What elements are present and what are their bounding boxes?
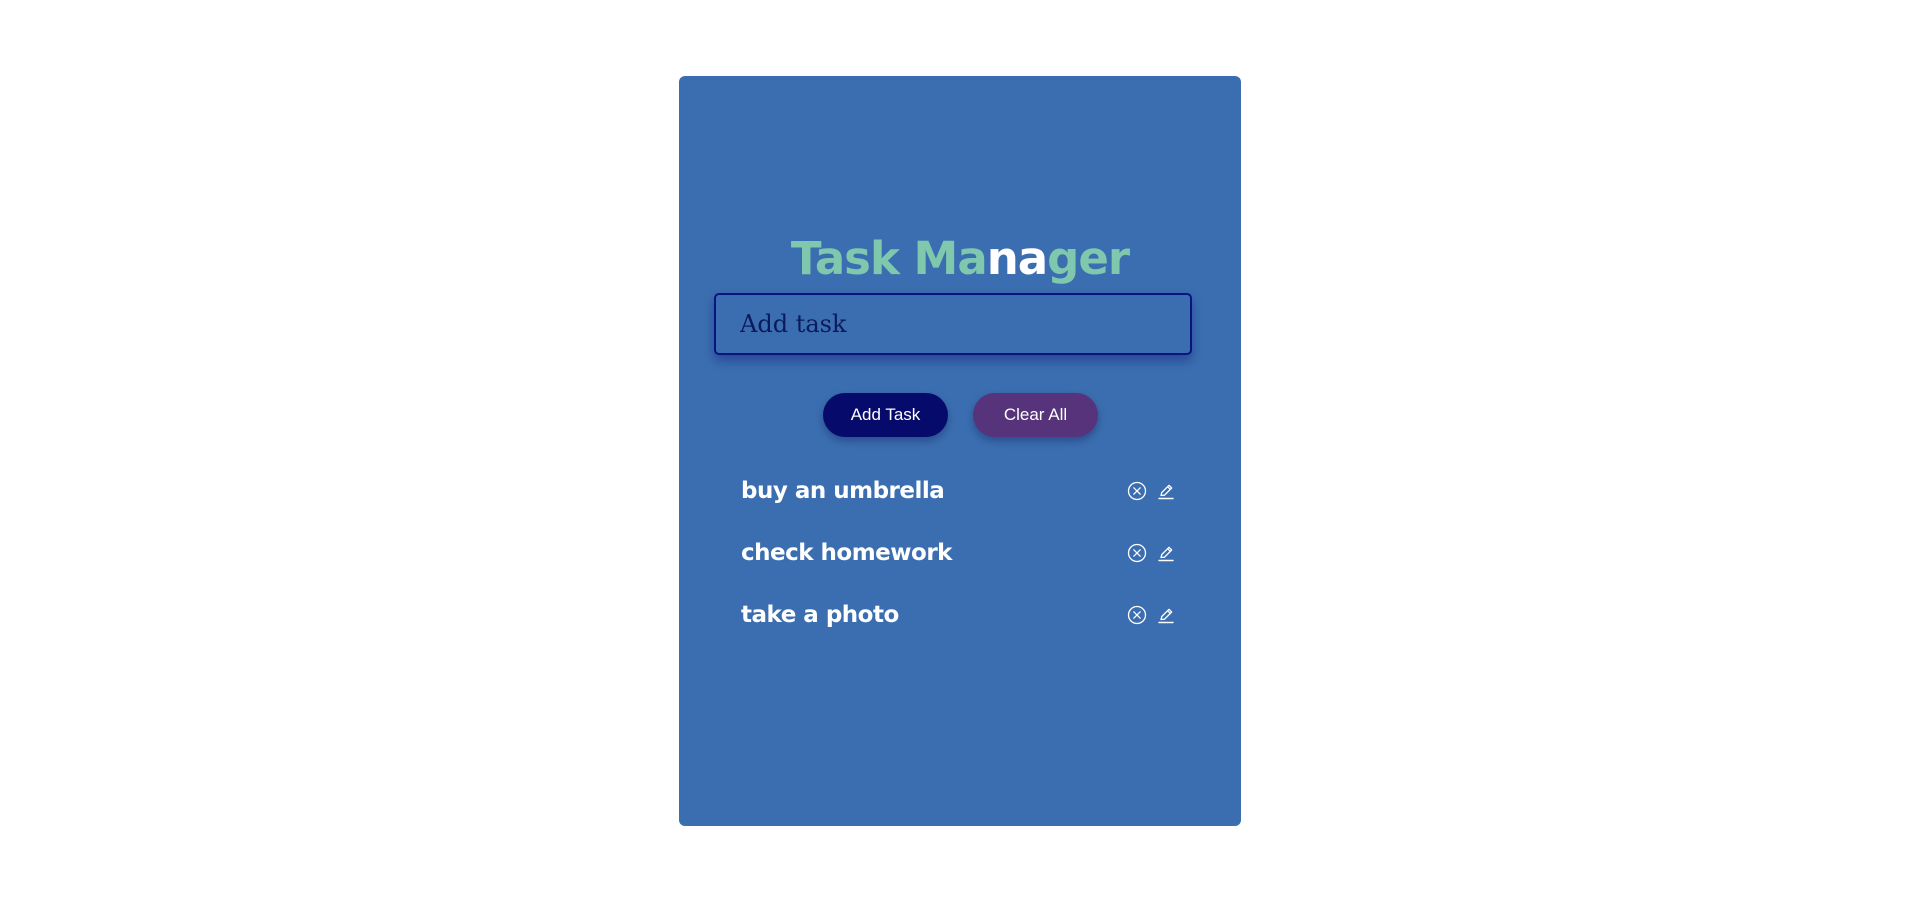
- pencil-icon[interactable]: [1155, 604, 1177, 626]
- title-part-2: na: [986, 232, 1048, 285]
- add-task-button[interactable]: Add Task: [823, 393, 948, 437]
- circle-x-icon[interactable]: [1126, 542, 1148, 564]
- clear-all-button[interactable]: Clear All: [973, 393, 1098, 437]
- pencil-icon[interactable]: [1155, 480, 1177, 502]
- task-list: buy an umbrella check homework take a ph…: [741, 464, 1191, 650]
- circle-x-icon[interactable]: [1126, 480, 1148, 502]
- task-text: check homework: [741, 540, 952, 566]
- task-manager-card: Task Manager Add Task Clear All buy an u…: [679, 76, 1241, 826]
- circle-x-icon[interactable]: [1126, 604, 1148, 626]
- task-item: take a photo: [741, 588, 1191, 650]
- task-text: buy an umbrella: [741, 478, 945, 504]
- task-item: buy an umbrella: [741, 464, 1191, 526]
- add-task-input[interactable]: [714, 293, 1192, 355]
- task-item: check homework: [741, 526, 1191, 588]
- title-part-3: ger: [1047, 232, 1130, 285]
- task-text: take a photo: [741, 602, 899, 628]
- title-part-1: Task Ma: [790, 232, 988, 285]
- page-title: Task Manager: [679, 236, 1241, 281]
- pencil-icon[interactable]: [1155, 542, 1177, 564]
